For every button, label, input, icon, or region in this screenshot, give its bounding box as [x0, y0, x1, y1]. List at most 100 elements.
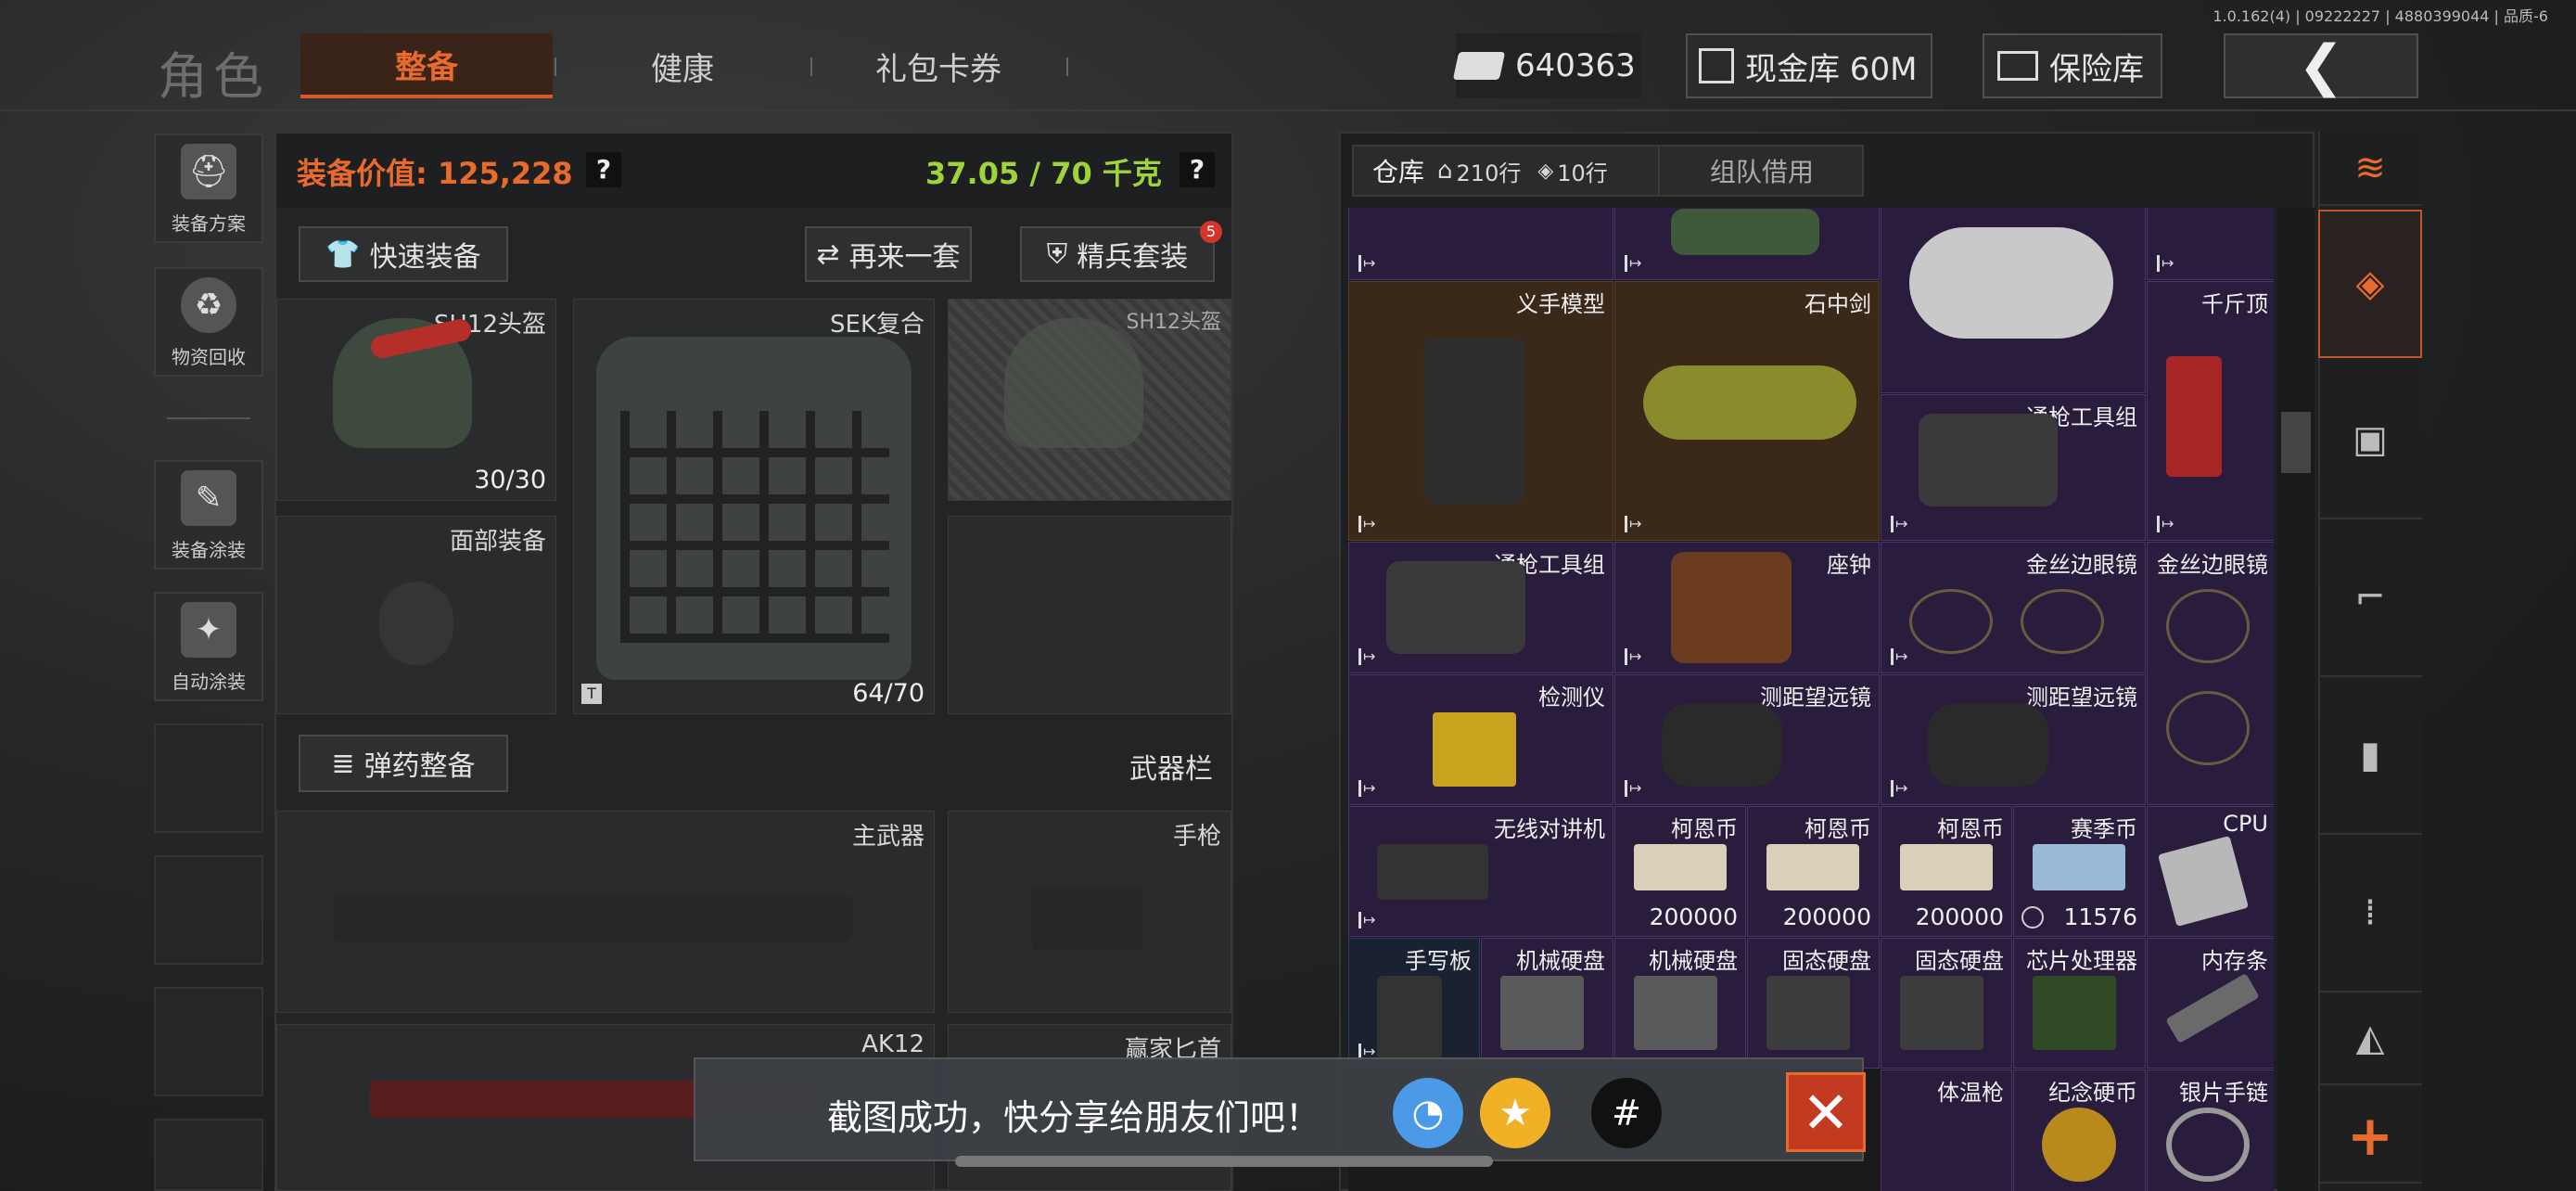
item-image: [2042, 1108, 2116, 1182]
item-cell-coin[interactable]: 柯恩币 200000: [1881, 806, 2012, 937]
warehouse-grid: ↦ ↦ ↦ 义手模型 ↦ 石中剑 ↦ 通枪工具组 ↦ 千斤顶 ↦ 通枪工具组 ↦…: [1348, 208, 2274, 1191]
tab-team-borrow[interactable]: 组队借用: [1658, 145, 1864, 197]
sidebar-item-paint[interactable]: ✎ 装备涂装: [154, 460, 263, 570]
item-cell-vacuum[interactable]: [1881, 208, 2146, 393]
sidebar-item-recycle[interactable]: ♻ 物资回收: [154, 267, 263, 377]
item-name: 柯恩币: [1671, 816, 1738, 842]
item-cell-hdd[interactable]: 机械硬盘: [1481, 938, 1613, 1069]
item-cell-hdd[interactable]: 机械硬盘: [1614, 938, 1746, 1069]
item-cell-tablet[interactable]: 手写板 ↦: [1348, 938, 1480, 1069]
item-image: [1671, 552, 1792, 663]
item-name: 测距望远镜: [1760, 685, 1871, 711]
item-cell-coin[interactable]: 柯恩币 200000: [1747, 806, 1880, 937]
cash-vault-button[interactable]: 现金库 60M: [1686, 33, 1932, 98]
ammo-button[interactable]: ≣ 弹药整备: [299, 735, 508, 792]
rows-count: 210行: [1456, 160, 1522, 186]
item-cell-clock[interactable]: 座钟 ↦: [1614, 542, 1880, 673]
sidebar-item-label: 自动涂装: [172, 671, 246, 693]
armor-slot[interactable]: SEK复合 T 64/70: [573, 299, 935, 714]
qzone-share-icon[interactable]: ★: [1480, 1078, 1550, 1148]
item-cell-radio[interactable]: 无线对讲机 ↦: [1348, 806, 1613, 937]
action-icon: ↦: [1625, 516, 1643, 532]
equipment-value: 装备价值: 125,228: [297, 156, 573, 191]
item-cell-jack[interactable]: 千斤顶 ↦: [2147, 281, 2274, 541]
category-magazine-icon[interactable]: ▮: [2318, 677, 2422, 835]
qq-share-icon[interactable]: ◔: [1393, 1078, 1463, 1148]
tab-health[interactable]: 健康: [556, 33, 809, 98]
again-button[interactable]: ⇄ 再来一套: [805, 226, 972, 282]
scrollbar-track[interactable]: [2277, 208, 2315, 1191]
item-cell[interactable]: ↦: [2147, 208, 2274, 280]
add-icon[interactable]: +: [2318, 1091, 2422, 1184]
item-cell-prosthetic[interactable]: 义手模型 ↦: [1348, 281, 1613, 541]
sidebar-item-auto-paint[interactable]: ✦ 自动涂装: [154, 592, 263, 701]
helmet-slot[interactable]: SH12头盔 30/30: [276, 299, 556, 501]
item-cell-glasses[interactable]: 金丝边眼镜 ↦: [1881, 542, 2146, 673]
tab-equip[interactable]: 整备: [300, 33, 553, 98]
item-cell-chip[interactable]: 芯片处理器: [2013, 938, 2146, 1069]
item-cell-medal[interactable]: 纪念硬币: [2013, 1069, 2146, 1191]
item-count: 200000: [1782, 903, 1871, 930]
sort-layers-icon[interactable]: ≋: [2318, 132, 2422, 206]
category-all-icon[interactable]: ◈: [2318, 210, 2422, 358]
category-attachment-icon[interactable]: ◭: [2318, 992, 2422, 1085]
item-cell-season-coin[interactable]: 赛季币 11576: [2013, 806, 2146, 937]
item-cell-thermo[interactable]: 体温枪: [1881, 1069, 2012, 1191]
close-icon[interactable]: ✕: [1786, 1072, 1866, 1152]
item-cell-rangefinder[interactable]: 测距望远镜 ↦: [1614, 674, 1880, 805]
item-count: 11576: [2063, 903, 2137, 930]
item-cell[interactable]: ↦: [1614, 208, 1880, 280]
item-cell-rangefinder[interactable]: 测距望远镜 ↦: [1881, 674, 2146, 805]
item-cell[interactable]: ↦: [1348, 208, 1613, 280]
pistol-slot[interactable]: 手枪: [948, 811, 1231, 1013]
item-cell-glasses[interactable]: 金丝边眼镜: [2147, 542, 2274, 805]
tab-warehouse[interactable]: 仓库: [1354, 152, 1437, 189]
vault-icon: [1699, 48, 1734, 83]
helmet-preview-slot[interactable]: SH12头盔: [948, 299, 1231, 501]
item-cell-ssd[interactable]: 固态硬盘: [1881, 938, 2012, 1069]
item-cell-ram[interactable]: 内存条: [2147, 938, 2274, 1069]
item-cell-ssd[interactable]: 固态硬盘: [1747, 938, 1880, 1069]
back-button[interactable]: ❮: [2224, 33, 2418, 98]
item-cell-bracelet[interactable]: 银片手链: [2147, 1069, 2274, 1191]
item-name: 检测仪: [1538, 685, 1605, 711]
item-cell-detector[interactable]: 检测仪 ↦: [1348, 674, 1613, 805]
item-name: 千斤顶: [2201, 291, 2268, 317]
shield-icon: ⛨: [1046, 237, 1068, 271]
action-icon: ↦: [1358, 648, 1377, 665]
item-image: [1643, 365, 1856, 440]
item-image: [2166, 1108, 2250, 1182]
help-icon[interactable]: ?: [1180, 152, 1215, 187]
item-image: [1900, 976, 1983, 1050]
elite-set-button[interactable]: ⛨ 精兵套装: [1020, 226, 1215, 282]
armor-grid: [620, 411, 889, 643]
other-share-icon[interactable]: #: [1591, 1078, 1662, 1148]
category-rifle-icon[interactable]: ⌐: [2318, 519, 2422, 677]
empty-slot[interactable]: [948, 516, 1231, 714]
version-text: 1.0.162(4) | 09222227 | 4880399044 | 品质-…: [2213, 7, 2548, 25]
help-icon[interactable]: ?: [586, 152, 621, 187]
item-name: 纪念硬币: [2048, 1080, 2137, 1106]
category-armor-icon[interactable]: ▣: [2318, 362, 2422, 519]
armor-tag: T: [581, 684, 602, 704]
currency-display[interactable]: 640363: [1452, 33, 1641, 98]
item-cell-cleaning-kit[interactable]: 通枪工具组 ↦: [1348, 542, 1613, 673]
helmet-plan-icon: ⛑: [181, 144, 236, 199]
item-cell-cpu[interactable]: CPU: [2147, 806, 2274, 937]
scrollbar-thumb[interactable]: [2281, 412, 2311, 473]
tab-gift-cards[interactable]: 礼包卡券: [812, 33, 1065, 98]
item-cell-coin[interactable]: 柯恩币 200000: [1614, 806, 1746, 937]
divider: [167, 417, 250, 419]
item-cell-sword[interactable]: 石中剑 ↦: [1614, 281, 1880, 541]
item-image: [1634, 976, 1717, 1050]
safe-box-button[interactable]: 保险库: [1983, 33, 2162, 98]
primary-weapon-slot[interactable]: 主武器: [276, 811, 935, 1013]
sidebar-item-equip-plan[interactable]: ⛑ 装备方案: [154, 134, 263, 243]
quick-equip-button[interactable]: 👕 快速装备: [299, 226, 508, 282]
item-cell-cleaning-kit[interactable]: 通枪工具组 ↦: [1881, 394, 2146, 541]
face-slot[interactable]: 面部装备: [276, 516, 556, 714]
category-ammo-icon[interactable]: ⁞: [2318, 835, 2422, 992]
item-name: 固态硬盘: [1915, 948, 2004, 974]
armor-durability: 64/70: [852, 679, 925, 708]
item-name: CPU: [2223, 811, 2268, 837]
